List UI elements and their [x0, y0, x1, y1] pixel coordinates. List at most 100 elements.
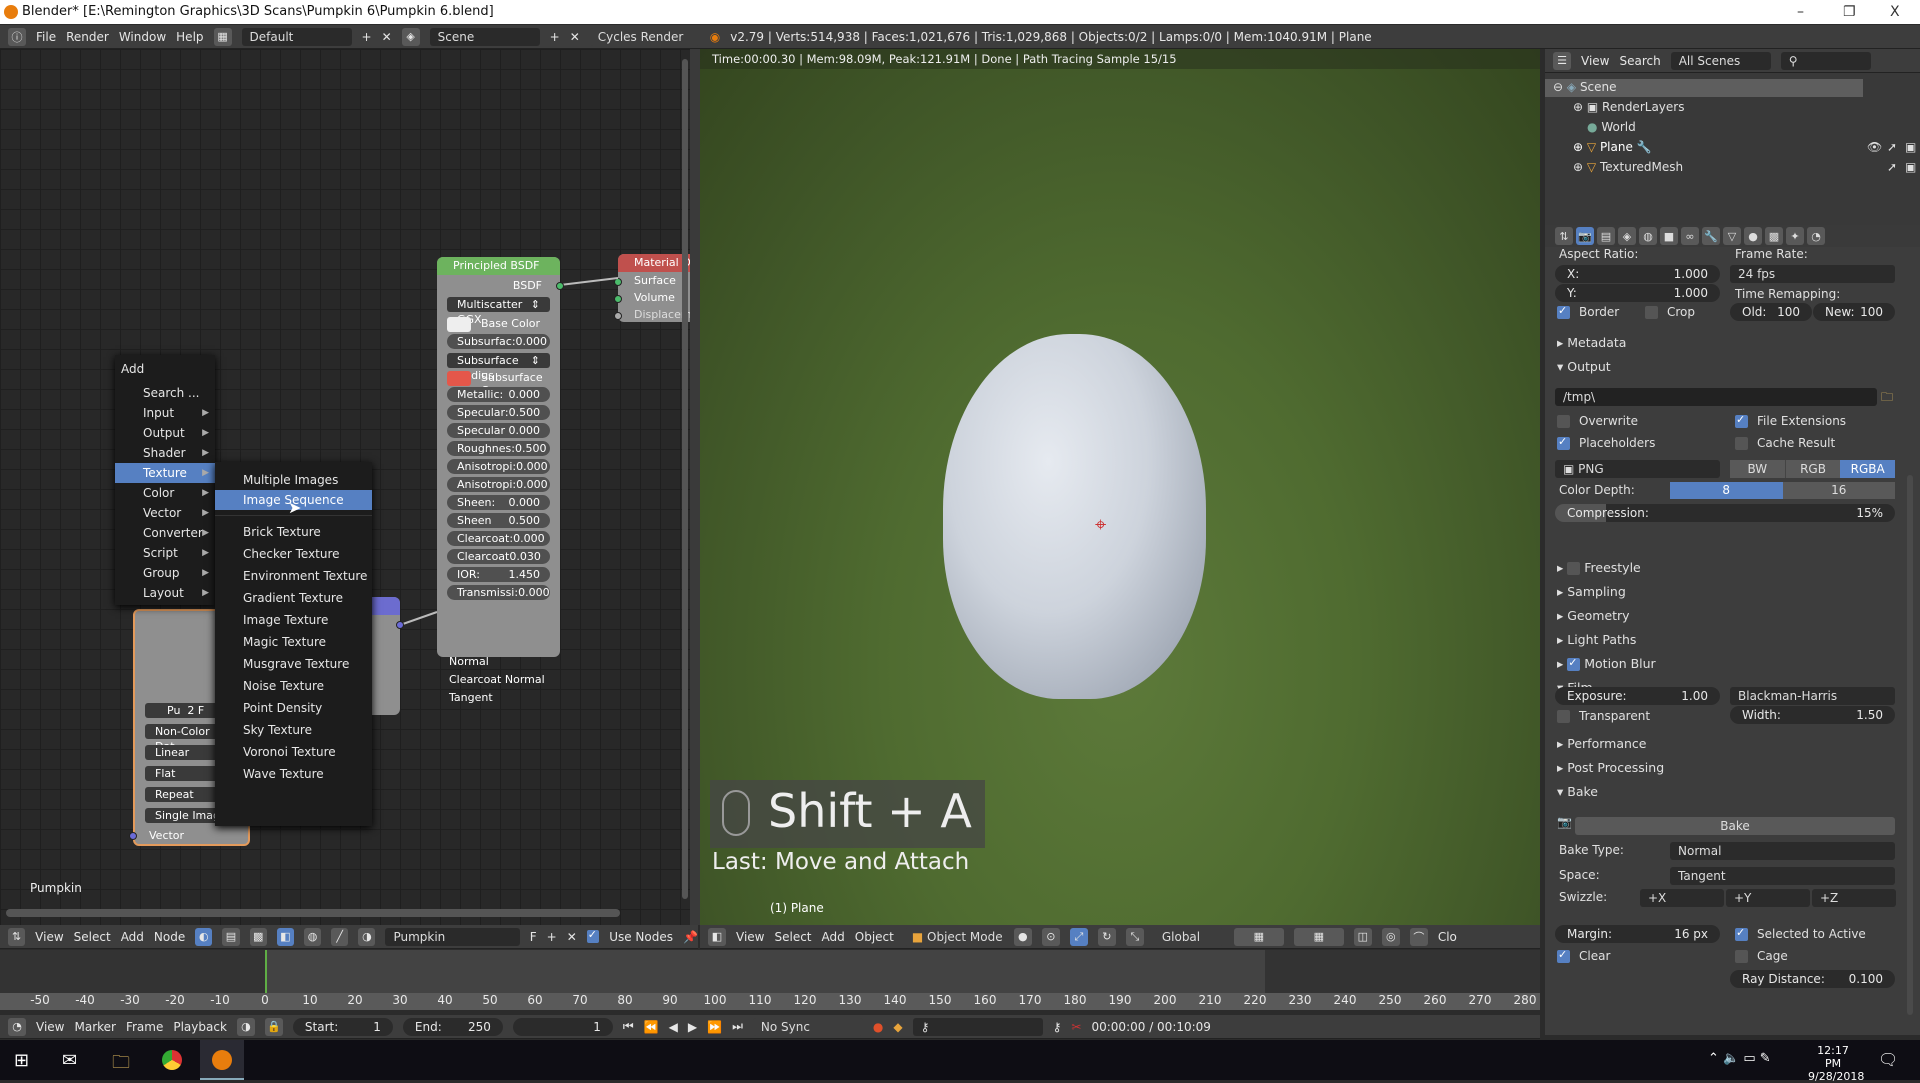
- bsdf-output-socket[interactable]: [556, 282, 564, 290]
- time-old-field[interactable]: Old: 100: [1730, 303, 1812, 321]
- start-icon[interactable]: ⊞: [14, 1050, 29, 1071]
- principled-slider[interactable]: IOR: 1.450: [447, 567, 550, 582]
- layout-field[interactable]: Default: [241, 27, 352, 46]
- keying-set-field[interactable]: ⚷: [912, 1017, 1043, 1036]
- material-icon[interactable]: ◑: [358, 927, 376, 946]
- play-reverse-icon[interactable]: ◀: [669, 1020, 678, 1034]
- material-field[interactable]: Pumpkin: [385, 927, 520, 946]
- frame-rate-select[interactable]: 24 fps: [1730, 265, 1895, 283]
- base-color-swatch[interactable]: [447, 317, 471, 332]
- normal-output-socket[interactable]: [396, 621, 404, 629]
- timeline-menu-frame[interactable]: Frame: [126, 1020, 163, 1034]
- menu-item-gradient-texture[interactable]: Gradient Texture: [215, 587, 372, 609]
- timeline-menu-view[interactable]: View: [36, 1020, 64, 1034]
- menu-item-color[interactable]: Color ▶: [115, 483, 215, 503]
- timeline-menu-marker[interactable]: Marker: [74, 1020, 115, 1034]
- render-camera-icon[interactable]: ▣: [1905, 140, 1916, 154]
- outliner-item-plane[interactable]: ⊕ ▽ Plane 🔧: [1573, 140, 1652, 154]
- exposure-field[interactable]: Exposure: 1.00: [1555, 687, 1720, 705]
- current-frame-indicator[interactable]: [265, 950, 267, 993]
- panel-metadata[interactable]: ▸ Metadata: [1557, 335, 1626, 350]
- outliner-item-scene[interactable]: ⊖ ◈ Scene: [1553, 80, 1617, 94]
- ray-distance-field[interactable]: Ray Distance: 0.100: [1730, 970, 1895, 988]
- bake-button[interactable]: Bake: [1575, 817, 1895, 835]
- menu-render[interactable]: Render: [66, 30, 109, 44]
- cage-checkbox[interactable]: [1735, 950, 1748, 963]
- 3d-cursor-icon[interactable]: ⌖: [1095, 512, 1106, 536]
- scene-tab-icon[interactable]: ◈: [1618, 227, 1636, 245]
- panel-motion-blur[interactable]: ▸ Motion Blur: [1557, 656, 1656, 671]
- menu-item-texture[interactable]: Texture ▶: [115, 463, 215, 483]
- use-nodes-checkbox[interactable]: [586, 928, 600, 943]
- maximize-button[interactable]: ❐: [1843, 0, 1856, 24]
- time-new-field[interactable]: New: 100: [1813, 303, 1895, 321]
- select-arrow-icon[interactable]: ➚: [1887, 160, 1897, 174]
- menu-item-noise-texture[interactable]: Noise Texture: [215, 675, 372, 697]
- fake-user-button[interactable]: F: [530, 930, 537, 944]
- texture-nodes-icon[interactable]: ▩: [249, 927, 267, 946]
- placeholders-checkbox[interactable]: [1557, 435, 1570, 450]
- distribution-select[interactable]: Multiscatter GGX⇕: [447, 297, 550, 326]
- layers-icon[interactable]: ▦: [1293, 927, 1344, 946]
- file-format-select[interactable]: ▣ PNG: [1555, 460, 1720, 478]
- principled-slider[interactable]: Anisotropi: 0.000: [447, 477, 550, 492]
- color-mode-bw[interactable]: BW: [1730, 460, 1785, 478]
- add-material-icon[interactable]: +: [547, 930, 557, 944]
- freestyle-checkbox[interactable]: [1567, 562, 1581, 575]
- data-tab-icon[interactable]: ▽: [1723, 227, 1741, 245]
- motion-blur-checkbox[interactable]: [1567, 656, 1581, 671]
- folder-icon[interactable]: 🗀: [1881, 388, 1893, 409]
- panel-sampling[interactable]: ▸ Sampling: [1557, 584, 1626, 599]
- pixel-filter-select[interactable]: Blackman-Harris: [1730, 687, 1895, 705]
- principled-slider[interactable]: Specular: 0.500: [447, 405, 550, 420]
- principled-bsdf-node[interactable]: Principled BSDF BSDF Multiscatter GGX⇕ B…: [437, 257, 564, 704]
- editor-type-icon[interactable]: ◔: [8, 1017, 26, 1036]
- menu-item-converter[interactable]: Converter ▶: [115, 523, 215, 543]
- outliner-search-menu[interactable]: Search: [1619, 54, 1660, 68]
- cache-result-checkbox[interactable]: [1735, 437, 1748, 450]
- margin-field[interactable]: Margin: 16 px: [1555, 925, 1720, 943]
- subsurface-radius-select[interactable]: Subsurface Radius ⇕: [447, 353, 550, 382]
- system-tray-icons[interactable]: ⌃ 🔈 ▭ ✎: [1708, 1051, 1771, 1066]
- clear-checkbox[interactable]: [1557, 948, 1570, 963]
- preview-range-icon[interactable]: ◑: [236, 1017, 255, 1036]
- chrome-icon[interactable]: [162, 1050, 182, 1070]
- next-keyframe-icon[interactable]: ⏩: [707, 1020, 722, 1034]
- menu-item-group[interactable]: Group ▶: [115, 563, 215, 583]
- proportional-icon[interactable]: ◎: [1381, 927, 1400, 946]
- panel-light-paths[interactable]: ▸ Light Paths: [1557, 632, 1636, 647]
- compression-slider[interactable]: Compression: 15%: [1555, 504, 1895, 522]
- color-depth-8[interactable]: 8: [1670, 482, 1783, 499]
- menu-item-brick-texture[interactable]: Brick Texture: [215, 521, 372, 543]
- render-engine-select[interactable]: Cycles Render: [589, 27, 700, 46]
- object-tab-icon[interactable]: ■: [1660, 227, 1678, 245]
- color-mode-rgba[interactable]: RGBA: [1840, 460, 1896, 478]
- output-path-input[interactable]: /tmp\: [1555, 388, 1877, 406]
- menu-item-image-texture[interactable]: Image Texture: [215, 609, 372, 631]
- menu-item-multiple-images[interactable]: Multiple Images: [215, 470, 372, 490]
- horizontal-scrollbar[interactable]: [6, 909, 620, 917]
- world-shader-icon[interactable]: ◍: [303, 927, 322, 946]
- snap-target[interactable]: Clo: [1438, 930, 1457, 944]
- editor-type-icon[interactable]: ⇅: [8, 927, 26, 946]
- outliner-item-renderlayers[interactable]: ⊕ ▣ RenderLayers: [1573, 100, 1684, 114]
- node-header[interactable]: Principled BSDF: [437, 257, 560, 275]
- render-preview-icon[interactable]: ◫: [1353, 927, 1372, 946]
- close-button[interactable]: X: [1890, 0, 1900, 24]
- select-arrow-icon[interactable]: ➚: [1887, 140, 1897, 154]
- filter-width-field[interactable]: Width: 1.50: [1730, 706, 1895, 724]
- area-divider[interactable]: [690, 49, 700, 925]
- menu-item-point-density[interactable]: Point Density: [215, 697, 372, 719]
- border-checkbox[interactable]: [1557, 304, 1570, 319]
- scene-icon[interactable]: ◈: [401, 27, 420, 46]
- texture-tab-icon[interactable]: ▩: [1765, 227, 1783, 245]
- shading-icon[interactable]: ●: [1013, 927, 1032, 946]
- aspect-y-field[interactable]: Y: 1.000: [1555, 284, 1720, 302]
- snap-icon[interactable]: ⌒: [1409, 927, 1428, 946]
- render-camera-icon[interactable]: ▣: [1905, 160, 1916, 174]
- render-layers-tab-icon[interactable]: ▤: [1597, 227, 1615, 245]
- info-editor-icon[interactable]: ⓘ: [8, 27, 26, 46]
- material-tab-icon[interactable]: ●: [1744, 227, 1762, 245]
- menu-item-sky-texture[interactable]: Sky Texture: [215, 719, 372, 741]
- menu-item-script[interactable]: Script ▶: [115, 543, 215, 563]
